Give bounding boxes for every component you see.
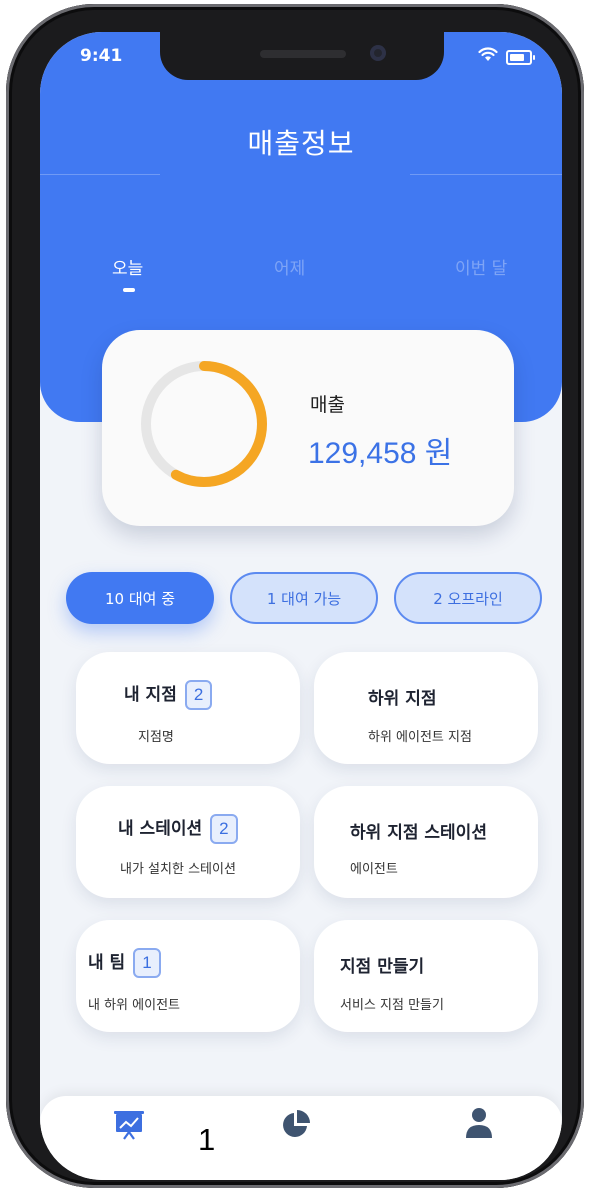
camera-icon xyxy=(370,45,386,61)
tile-create-branch[interactable]: 지점 만들기 서비스 지점 만들기 xyxy=(314,920,538,1032)
wifi-icon xyxy=(478,47,498,61)
tile-sub-branch-station[interactable]: 하위 지점 스테이션 에이전트 xyxy=(314,786,538,898)
chip-renting[interactable]: 10 대여 중 xyxy=(66,572,214,624)
count-badge: 2 xyxy=(210,814,238,844)
tab-yesterday[interactable]: 어제 xyxy=(274,254,305,279)
tab-active-indicator xyxy=(123,288,135,292)
tab-this-month[interactable]: 이번 달 xyxy=(455,254,507,279)
tab-today[interactable]: 오늘 xyxy=(112,254,143,279)
tile-sub-branch-station-title: 하위 지점 스테이션 xyxy=(350,823,487,843)
user-icon[interactable] xyxy=(464,1106,494,1140)
pie-chart-icon[interactable] xyxy=(280,1108,312,1140)
device-notch xyxy=(160,32,444,80)
bottom-nav xyxy=(40,1096,562,1180)
speaker-grille xyxy=(260,50,346,58)
app-screen: 매출정보 오늘 어제 이번 달 9:41 매출 129,458 원 10 대여 … xyxy=(40,32,562,1180)
tile-sub-branch-subtitle: 하위 에이전트 지점 xyxy=(368,730,472,745)
sales-value: 129,458 원 xyxy=(308,437,453,470)
count-badge: 2 xyxy=(184,680,213,710)
sales-label: 매출 xyxy=(310,394,345,416)
status-time: 9:41 xyxy=(80,46,123,66)
tile-sub-branch-station-subtitle: 에이전트 xyxy=(350,862,398,877)
tile-create-branch-title: 지점 만들기 xyxy=(340,957,425,977)
chip-offline[interactable]: 2 오프라인 xyxy=(394,572,542,624)
tile-my-team[interactable]: 내 팀1 내 하위 에이전트 xyxy=(76,920,300,1032)
tile-my-station-title: 내 스테이션 2 xyxy=(118,814,238,844)
tile-sub-branch-title: 하위 지점 xyxy=(368,689,437,709)
tile-my-station-subtitle: 내가 설치한 스테이션 xyxy=(120,862,236,877)
sales-progress-ring xyxy=(141,361,267,487)
tile-my-station[interactable]: 내 스테이션 2 내가 설치한 스테이션 xyxy=(76,786,300,898)
phone-frame: 매출정보 오늘 어제 이번 달 9:41 매출 129,458 원 10 대여 … xyxy=(6,4,584,1188)
presentation-chart-icon[interactable] xyxy=(112,1108,146,1142)
chip-available[interactable]: 1 대여 가능 xyxy=(230,572,378,624)
tile-my-branch-subtitle: 지점명 xyxy=(138,730,174,745)
tile-my-branch-title: 내 지점 2 xyxy=(124,680,213,710)
tile-my-team-subtitle: 내 하위 에이전트 xyxy=(88,998,180,1013)
header-divider-left xyxy=(40,174,160,175)
tile-my-branch[interactable]: 내 지점 2 지점명 xyxy=(76,652,300,764)
tile-sub-branch[interactable]: 하위 지점 하위 에이전트 지점 xyxy=(314,652,538,764)
page-title: 매출정보 xyxy=(247,127,355,160)
annotation-number: 1 xyxy=(198,1122,216,1157)
battery-icon xyxy=(506,50,535,65)
count-badge: 1 xyxy=(133,948,161,978)
sales-card: 매출 129,458 원 xyxy=(102,330,514,526)
header-divider-right xyxy=(410,174,562,175)
tile-my-team-title: 내 팀1 xyxy=(88,948,161,978)
tile-create-branch-subtitle: 서비스 지점 만들기 xyxy=(340,998,444,1013)
